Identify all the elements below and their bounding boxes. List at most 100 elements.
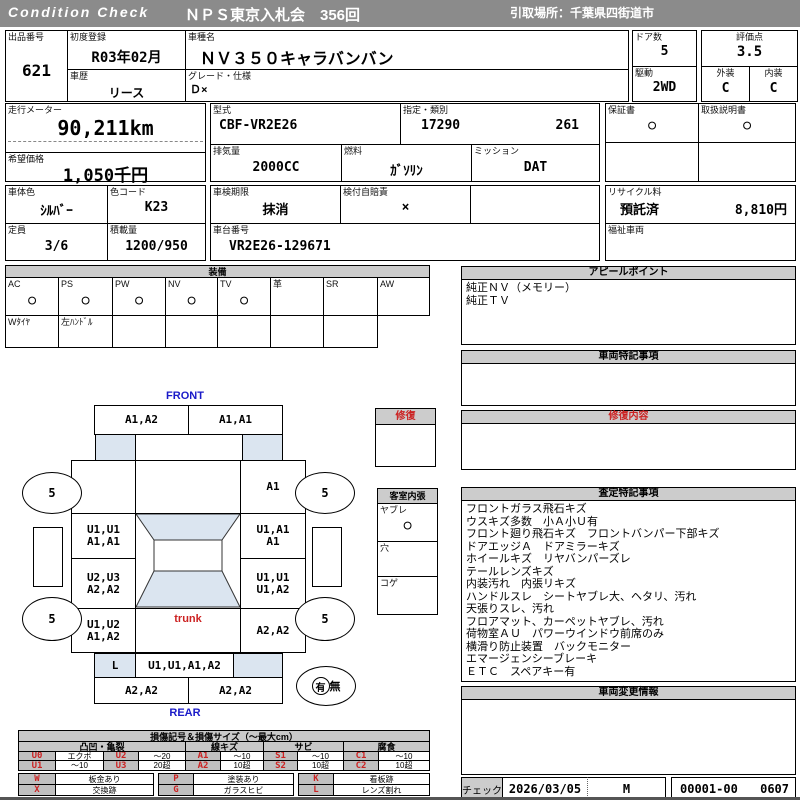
fuel-label: 燃料	[344, 146, 363, 156]
spare-no: 無	[329, 681, 341, 693]
capacity-cell: 定員 3/6	[5, 223, 108, 261]
capacity-value: 3/6	[44, 239, 69, 254]
repair-details-section: 修復内容	[461, 410, 796, 470]
legend-value: 10超	[220, 760, 264, 771]
tailgate-center-cell: U1,U1,A1,A2	[135, 653, 234, 678]
assessment-line: フロアマット、カーペットヤブレ、汚れ	[466, 615, 664, 628]
front-bumper-right-panel: A1,A1	[188, 405, 283, 435]
cabin-lining-header: 客室内張	[377, 488, 438, 504]
warranty-cell: 保証書 ○	[605, 103, 699, 143]
equipment-cell-ps: PS ○	[58, 277, 113, 316]
class-label: 指定・類別	[403, 105, 449, 115]
transmission-cell: ミッション DAT	[471, 144, 600, 182]
trunk-label: trunk	[174, 613, 202, 625]
equipment-cell-nv: NV ○	[165, 277, 218, 316]
spare-tire-mark: 有 無	[296, 666, 356, 706]
assessment-line: 横滑り防止装置 バックモニター	[466, 640, 631, 653]
repair-mark-body	[375, 424, 436, 467]
rear-bumper-right-panel: A2,A2	[188, 677, 283, 704]
legend-value: 10超	[297, 760, 344, 771]
assessment-line: ドアエッジＡ ドアミラーキズ	[466, 540, 620, 553]
model-code-value: CBF-VR2E26	[219, 118, 298, 133]
body-color-cell: 車体色 ｼﾙﾊﾞｰ	[5, 185, 108, 224]
chassis-number-label: 車台番号	[213, 225, 250, 235]
sheet-number: 00001-00	[680, 782, 738, 796]
equipment-label: AC	[8, 279, 21, 289]
recycle-fee-cell: リサイクル料 預託済 8,810円	[605, 185, 796, 224]
check-date-cell: 2026/03/05	[502, 777, 588, 798]
check-label: チェック	[462, 786, 502, 797]
legend-mark-value: レンズ割れ	[333, 784, 430, 796]
empty-cell	[698, 142, 796, 182]
equipment-mark: ○	[28, 293, 36, 308]
displacement-value: 2000CC	[252, 160, 300, 175]
cabin-lining-row-burn: コゲ	[377, 576, 438, 615]
equipment-cell-tv: TV ○	[217, 277, 271, 316]
assessment-line: ハンドルスレ シートヤブレ大、ヘタリ、汚れ	[466, 590, 697, 603]
equipment-mark: ○	[187, 293, 196, 308]
legend-mark-code: X	[18, 784, 56, 796]
welfare-vehicle-label: 福祉車両	[608, 225, 645, 235]
wheel-rear-right: 5	[295, 597, 355, 641]
legend-code: U1	[18, 760, 56, 771]
recycle-fee-value: 8,810円	[734, 203, 787, 218]
model-code-cell: 型式 CBF-VR2E26	[210, 103, 401, 145]
equipment-extra-cell	[165, 315, 218, 348]
vehicle-notes-header: 車両特記事項	[462, 351, 795, 364]
side-left-front-panel: U1,U1 A1,A1	[86, 523, 121, 548]
legend-mark-value: 交換跡	[55, 784, 154, 796]
doors-cell: ドア数 5	[632, 30, 697, 67]
equipment-label: TV	[220, 279, 232, 289]
assessment-notes-section: 査定特記事項 フロントガラス飛石キズ ウスキズ多数 小Ａ小Ｕ有 フロント廻り飛石…	[461, 487, 796, 682]
chassis-number-cell: 車台番号 VR2E26-129671	[210, 223, 600, 261]
displacement-cell: 排気量 2000CC	[210, 144, 342, 182]
assessment-line: テールレンズキズ	[466, 565, 554, 578]
legend-mark-value: ガラスヒビ	[193, 784, 294, 796]
assessment-line: 荷物室ＡＵ パワーウインドウ前席のみ	[466, 628, 664, 640]
first-registration-value: R03年02月	[91, 50, 162, 66]
auction-condition-sheet: Condition Check ＮＰＳ東京入札会 356回 引取場所：千葉県四街…	[0, 0, 800, 800]
side-right-front-panel: U1,A1 A1	[256, 523, 290, 548]
drive-cell: 駆動 2WD	[632, 66, 697, 102]
transmission-value: DAT	[523, 160, 548, 175]
lot-number-cell: 出品番号 621	[5, 30, 68, 102]
color-code-label: 色コード	[110, 187, 147, 197]
assessment-notes-header: 査定特記事項	[462, 488, 795, 501]
appeal-line: 純正ＴＶ	[466, 294, 510, 307]
chassis-number-value: VR2E26-129671	[229, 239, 331, 254]
repair-mark-title: 修復	[395, 411, 416, 422]
inspection-cell: 車検期限 抹消	[210, 185, 341, 224]
sheet-number-cell: 00001-00 0607	[671, 777, 796, 798]
equipment-cell-sr: SR	[323, 277, 378, 316]
appeal-points-header: アピールポイント	[462, 267, 795, 280]
equipment-cell-aw: AW	[377, 277, 430, 316]
odometer-label: 走行メーター	[8, 105, 63, 115]
vehicle-change-section: 車両変更情報	[461, 686, 796, 775]
roof-glass-shapes	[136, 514, 240, 608]
repair-mark-header: 修復	[375, 408, 436, 425]
tailgate-right-cell	[233, 653, 283, 678]
equipment-cell-leather: 革	[270, 277, 324, 316]
tailgate-left-cell: L	[94, 653, 136, 678]
assessment-line: 天張りスレ、汚れ	[466, 603, 554, 615]
score-value: 3.5	[736, 44, 763, 60]
exterior-grade-value: C	[721, 81, 730, 96]
equipment-extra-cell	[112, 315, 166, 348]
legend-code: S2	[263, 760, 298, 771]
interior-grade-cell: 内装 C	[749, 66, 798, 102]
cabin-lining-label: ヤブレ	[380, 505, 408, 515]
cowl-right	[242, 434, 283, 461]
sheet-code: 0607	[760, 782, 789, 796]
wheel-rear-left: 5	[22, 597, 82, 641]
appeal-points-section: アピールポイント 純正ＮＶ（メモリー） 純正ＴＶ	[461, 266, 796, 345]
exterior-grade-cell: 外装 C	[701, 66, 750, 102]
score-label: 評価点	[735, 32, 763, 42]
equipment-label: AW	[380, 279, 395, 289]
doors-label: ドア数	[635, 32, 663, 42]
equipment-extra-cell: 左ﾊﾝﾄﾞﾙ	[58, 315, 113, 348]
check-inspector: M	[622, 782, 631, 796]
check-label-cell: チェック	[461, 777, 503, 798]
assessment-line: フロントガラス飛石キズ	[466, 503, 587, 515]
legend-value: ～10	[55, 760, 104, 771]
lot-number-value: 621	[22, 61, 51, 80]
